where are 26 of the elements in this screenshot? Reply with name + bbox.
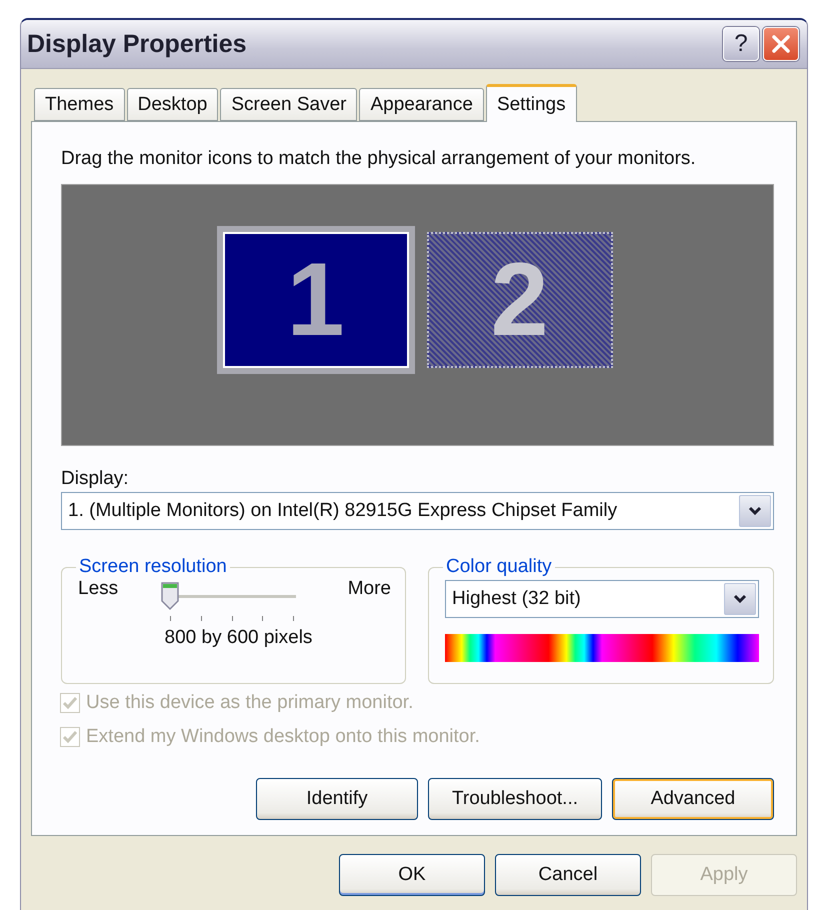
help-button[interactable]: ?	[723, 27, 759, 61]
slider-thumb[interactable]	[160, 581, 180, 611]
panel-button[interactable]: Troubleshoot...	[428, 778, 602, 820]
tab[interactable]: Appearance	[359, 88, 484, 121]
dialog-button[interactable]: OK	[339, 854, 485, 896]
instruction-text: Drag the monitor icons to match the physical arrangement of your monitors.	[61, 148, 697, 170]
checkbox-label: Use this device as the primary monitor.	[86, 692, 414, 714]
checkbox-label: Extend my Windows desktop onto this monitor.	[86, 726, 480, 748]
color-quality-dropdown[interactable]: Highest (32 bit)	[445, 580, 759, 618]
close-icon	[770, 33, 792, 55]
display-label: Display:	[61, 468, 130, 490]
panel-button[interactable]: Identify	[256, 778, 418, 820]
tab[interactable]: Desktop	[126, 88, 218, 121]
dialog-button[interactable]: Cancel	[495, 854, 641, 896]
window-title: Display Properties	[27, 30, 248, 58]
less-label: Less	[78, 578, 118, 600]
resolution-value: 800 by 600 pixels	[164, 627, 314, 649]
tab[interactable]: Themes	[34, 88, 125, 121]
panel-button[interactable]: Advanced	[612, 778, 774, 820]
display-dropdown[interactable]: 1. (Multiple Monitors) on Intel(R) 82915G Express Chipset Family	[61, 492, 774, 530]
group-title: Color quality	[445, 556, 553, 578]
group-title: Screen resolution	[78, 556, 228, 578]
more-label: More	[348, 578, 391, 600]
close-button[interactable]	[763, 27, 799, 61]
tab[interactable]: Screen Saver	[220, 88, 358, 121]
tab[interactable]: Settings	[486, 84, 577, 122]
